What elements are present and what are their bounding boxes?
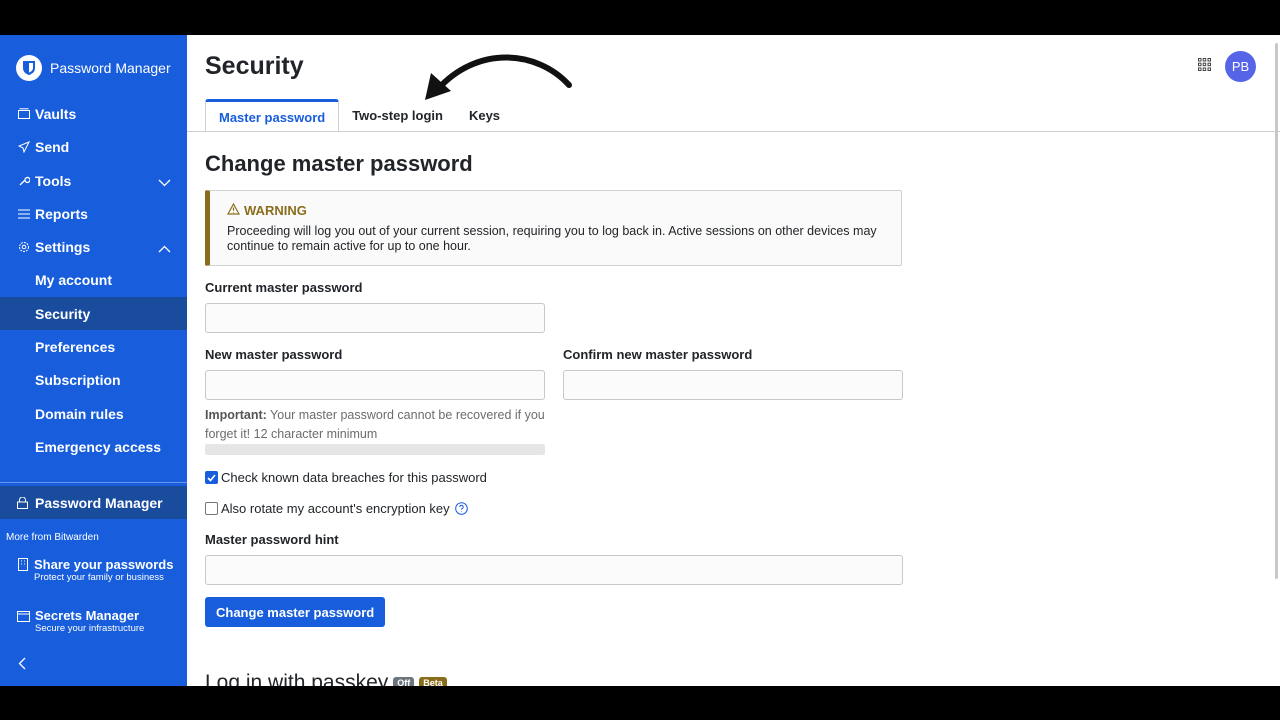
header-actions: PB: [1198, 51, 1256, 82]
sidebar-item-tools[interactable]: Tools: [0, 164, 187, 197]
sidebar-item-my-account[interactable]: My account: [0, 263, 187, 296]
terminal-icon: [17, 609, 30, 635]
rotate-key-option[interactable]: Also rotate my account's encryption key: [205, 501, 468, 516]
password-strength-meter: [205, 444, 545, 455]
check-breaches-option[interactable]: Check known data breaches for this passw…: [205, 470, 487, 485]
sidebar-item-label: My account: [35, 271, 113, 288]
check-breaches-label: Check known data breaches for this passw…: [221, 470, 487, 485]
sidebar-item-label: Domain rules: [35, 405, 124, 422]
product-label: Password Manager: [35, 494, 163, 511]
sidebar-item-label: Tools: [35, 172, 72, 189]
sidebar-item-domain-rules[interactable]: Domain rules: [0, 397, 187, 430]
app-window: Password Manager Vaults Send Tools Repor…: [0, 35, 1280, 686]
sidebar-item-label: Send: [35, 138, 70, 155]
section-heading: Change master password: [205, 151, 473, 176]
warning-triangle-icon: [226, 202, 241, 218]
sidebar-item-label: Emergency access: [35, 438, 162, 455]
product-subtitle: Protect your family or business: [34, 572, 164, 583]
sidebar: Password Manager Vaults Send Tools Repor…: [0, 35, 187, 686]
confirm-password-label: Confirm new master password: [563, 347, 753, 362]
product-switcher-password-manager[interactable]: Password Manager: [0, 486, 187, 519]
tabs-divider: [187, 131, 1280, 132]
product-switcher-grid-icon[interactable]: [1198, 57, 1211, 76]
building-icon: [17, 558, 29, 584]
sidebar-item-emergency-access[interactable]: Emergency access: [0, 430, 187, 463]
reports-icon: [17, 207, 30, 220]
warning-text: Proceeding will log you out of your curr…: [227, 224, 877, 253]
chevron-up-icon[interactable]: [158, 240, 171, 256]
sidebar-item-vaults[interactable]: Vaults: [0, 97, 187, 130]
password-hint-text: Important: Your master password cannot b…: [205, 406, 545, 444]
more-from-label: More from Bitwarden: [6, 532, 99, 543]
warning-title: WARNING: [226, 202, 884, 218]
current-password-input[interactable]: [205, 303, 545, 333]
rotate-key-label: Also rotate my account's encryption key: [221, 501, 450, 516]
passkey-heading: Log in with passkey Off Beta: [205, 671, 447, 686]
brand-name: Password Manager: [50, 60, 171, 76]
master-hint-label: Master password hint: [205, 532, 339, 547]
product-secrets-manager[interactable]: Secrets Manager Secure your infrastructu…: [17, 608, 144, 635]
product-title: Share your passwords: [34, 557, 174, 572]
bitwarden-shield-icon: [16, 55, 42, 81]
warning-callout: WARNING Proceeding will log you out of y…: [205, 190, 902, 266]
product-title: Secrets Manager: [35, 608, 140, 623]
product-share-passwords[interactable]: Share your passwords Protect your family…: [17, 557, 173, 584]
warning-title-text: WARNING: [244, 203, 307, 218]
brand[interactable]: Password Manager: [16, 55, 171, 81]
product-subtitle: Secure your infrastructure: [35, 623, 145, 634]
paper-plane-icon: [17, 140, 30, 153]
hint-strong: Important:: [205, 408, 267, 422]
sidebar-item-label: Reports: [35, 205, 88, 222]
passkey-heading-text: Log in with passkey: [205, 671, 389, 686]
sidebar-item-settings[interactable]: Settings: [0, 230, 187, 263]
sidebar-item-label: Settings: [35, 238, 91, 255]
sidebar-item-label: Subscription: [35, 371, 121, 388]
sidebar-item-send[interactable]: Send: [0, 130, 187, 163]
status-badge-off: Off: [393, 677, 415, 686]
sidebar-item-label: Preferences: [35, 338, 116, 355]
master-hint-input[interactable]: [205, 555, 903, 585]
tab-master-password[interactable]: Master password: [205, 99, 340, 132]
sidebar-item-label: Vaults: [35, 105, 77, 122]
sidebar-divider: [0, 482, 187, 483]
sidebar-item-label: Security: [35, 305, 91, 322]
sidebar-item-preferences[interactable]: Preferences: [0, 330, 187, 363]
rotate-key-checkbox[interactable]: [205, 502, 218, 515]
help-question-icon[interactable]: [454, 502, 468, 515]
sidebar-item-security[interactable]: Security: [0, 297, 187, 330]
sidebar-item-reports[interactable]: Reports: [0, 197, 187, 230]
vault-icon: [17, 107, 30, 120]
collapse-sidebar-chevron-left-icon[interactable]: [18, 657, 26, 675]
status-badge-beta: Beta: [419, 677, 447, 686]
check-breaches-checkbox[interactable]: [205, 471, 218, 484]
change-master-password-button[interactable]: Change master password: [205, 597, 386, 627]
lock-icon: [17, 496, 30, 509]
wrench-icon: [17, 174, 30, 187]
gear-icon: [17, 240, 30, 253]
chevron-down-icon[interactable]: [158, 174, 171, 190]
scrollbar[interactable]: [1275, 43, 1278, 579]
confirm-password-input[interactable]: [563, 370, 903, 400]
new-password-input[interactable]: [205, 370, 545, 400]
avatar[interactable]: PB: [1225, 51, 1256, 82]
page-title: Security: [205, 52, 304, 80]
main-content: Security PB Master password Two-step log…: [187, 35, 1280, 686]
annotation-arrow: [425, 54, 572, 100]
sidebar-item-subscription[interactable]: Subscription: [0, 363, 187, 396]
current-password-label: Current master password: [205, 280, 363, 295]
new-password-label: New master password: [205, 347, 343, 362]
